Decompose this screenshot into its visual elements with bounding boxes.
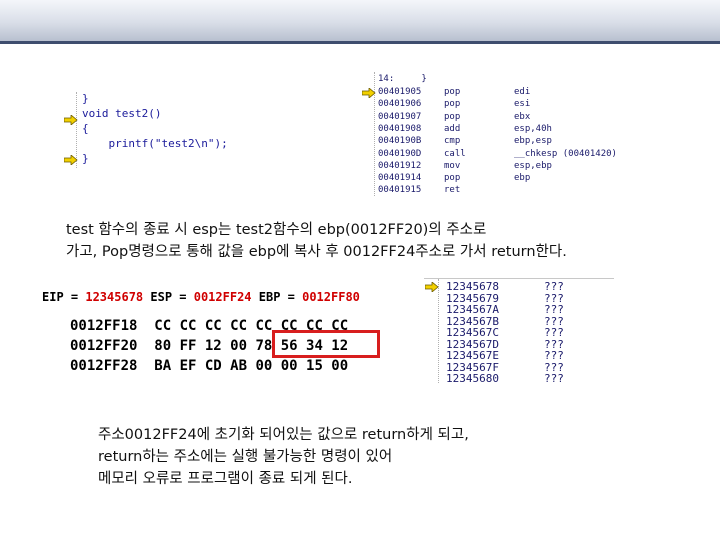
disasm-opcode: pop [444,87,461,97]
disasm-operand: ebp [514,173,531,184]
title-bar [0,0,720,44]
address-list: 12345678??? 12345679??? 1234567A??? 1234567… [424,278,614,385]
current-line-arrow-icon [64,155,78,165]
disasm-address: 00401914 [378,173,422,184]
register-line: EIP = 12345678 ESP = 0012FF24 EBP = 0012… [42,290,360,304]
disasm-opcode: pop [444,173,461,184]
code-line: } [82,152,89,165]
esp-label: ESP = [143,290,194,304]
esp-value: 0012FF24 [193,290,252,304]
current-line-arrow-icon [362,88,376,98]
disasm-address: 00401915 [378,185,422,196]
disasm-opcode: ret [444,185,461,196]
explanation-2-line-2: return하는 주소에는 실행 불가능한 명령이 있어 [98,449,393,465]
return-address-highlight [272,330,380,358]
disassembly-panel: 14: } 00401905 pop edi 00401906 pop esi 004019… [362,72,662,196]
explanation-2-line-3: 메모리 오류로 프로그램이 종료 되게 된다. [98,471,353,487]
eip-value: 12345678 [85,290,144,304]
explanation-2-line-1: 주소0012FF24에 초기화 되어있는 값으로 return하게 되고, [98,427,469,443]
disasm-operand: edi [514,87,531,97]
current-line-arrow-icon [425,282,439,292]
disasm-address: 00401905 [378,87,422,97]
disasm-address: 0040190B [378,136,422,147]
ebp-value: 0012FF80 [302,290,360,304]
disasm-operand: esp,ebp [514,160,552,171]
ebp-label: EBP = [251,290,303,304]
disasm-address: 0040190D [378,148,422,159]
disasm-address: 00401906 [378,99,422,110]
disasm-operand: esi [514,99,531,110]
disasm-opcode: pop [444,111,461,122]
code-line: } [82,92,89,105]
disasm-opcode: mov [444,160,461,171]
memory-address: 0012FF28 [70,358,138,374]
code-line: void test2() [82,107,162,120]
memory-address: 0012FF18 [70,318,138,334]
disasm-operand: __chkesp (00401420) [514,148,617,159]
disasm-opcode: cmp [444,136,461,147]
address-gutter [424,279,439,383]
current-line-arrow-icon [64,115,78,125]
memory-address: 0012FF20 [70,338,138,354]
disasm-address: 00401908 [378,123,422,134]
code-line: { [82,122,89,135]
disassembly-header: 14: } [378,74,427,84]
disasm-opcode: add [444,123,461,134]
disasm-operand: esp,40h [514,123,552,134]
list-address: 12345680 [446,372,499,385]
disasm-opcode: call [444,148,466,159]
source-code-panel: } void test2() { printf("test2\n"); } [64,92,344,168]
code-line: printf("test2\n"); [82,137,228,150]
eip-label: EIP = [42,290,86,304]
memory-bytes: BA EF CD AB 00 00 15 00 [154,358,349,374]
disasm-address: 00401912 [378,160,422,171]
explanation-1-line-2: 가고, Pop명령으로 통해 값을 ebp에 복사 후 0012FF24주소로 … [66,244,567,260]
disasm-address: 00401907 [378,111,422,122]
disasm-opcode: pop [444,99,461,110]
list-value: ??? [544,372,564,385]
explanation-1-line-1: test 함수의 종료 시 esp는 test2함수의 ebp(0012FF20… [66,222,487,238]
disasm-operand: ebx [514,111,531,122]
disasm-operand: ebp,esp [514,136,552,147]
memory-row: 0012FF28 BA EF CD AB 00 00 15 00 [70,358,348,374]
